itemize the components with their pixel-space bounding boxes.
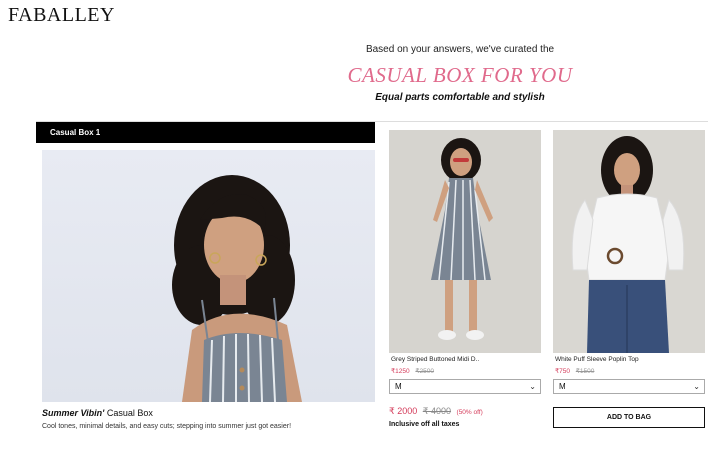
product-price: ₹750 xyxy=(555,368,570,375)
product-image[interactable] xyxy=(389,130,541,353)
box-title-italic: Summer Vibin' xyxy=(42,408,105,418)
product-card: White Puff Sleeve Poplin Top ₹750 ₹1500 … xyxy=(553,130,705,394)
add-to-bag-button[interactable]: ADD TO BAG xyxy=(553,407,705,428)
chevron-down-icon: ⌄ xyxy=(529,382,536,391)
product-image[interactable] xyxy=(553,130,705,353)
discount-badge: (50% off) xyxy=(456,409,483,416)
box-title-rest: Casual Box xyxy=(104,408,153,418)
casual-box-panel: Casual Box 1 Summer Vibin' Casual Box Co… xyxy=(36,121,708,438)
size-select[interactable]: M ⌄ xyxy=(553,379,705,394)
product-name[interactable]: White Puff Sleeve Poplin Top xyxy=(553,356,705,363)
hero-model-image xyxy=(42,150,375,402)
product-card: Grey Striped Buttoned Midi D.. ₹1250 ₹25… xyxy=(389,130,541,394)
brand-logo[interactable]: FABALLEY xyxy=(8,4,115,27)
box-overview: Casual Box 1 Summer Vibin' Casual Box Co… xyxy=(36,122,375,439)
product-name[interactable]: Grey Striped Buttoned Midi D.. xyxy=(389,356,541,363)
size-select-value: M xyxy=(395,382,402,391)
size-select-value: M xyxy=(559,382,566,391)
product-prices: ₹750 ₹1500 xyxy=(553,367,705,375)
box-heading: CASUAL BOX FOR YOU xyxy=(347,63,573,87)
total-price: ₹ 2000 xyxy=(389,406,418,416)
product-price: ₹1250 xyxy=(391,368,410,375)
box-total-price: ₹ 2000 ₹ 4000 (50% off) xyxy=(389,406,483,417)
product-prices: ₹1250 ₹2500 xyxy=(389,367,541,375)
box-title: Summer Vibin' Casual Box xyxy=(42,408,153,418)
size-select[interactable]: M ⌄ xyxy=(389,379,541,394)
total-mrp: ₹ 4000 xyxy=(422,406,452,416)
intro-line: Based on your answers, we've curated the xyxy=(365,44,555,55)
box-tagline: Equal parts comfortable and stylish xyxy=(375,92,545,103)
chevron-down-icon: ⌄ xyxy=(693,382,700,391)
intro-section: Based on your answers, we've curated the… xyxy=(300,44,620,103)
box-header: Casual Box 1 xyxy=(36,122,375,143)
box-description: Cool tones, minimal details, and easy cu… xyxy=(42,423,292,430)
product-mrp: ₹1500 xyxy=(575,368,595,375)
tax-note: Inclusive off all taxes xyxy=(389,421,460,428)
product-mrp: ₹2500 xyxy=(415,368,435,375)
